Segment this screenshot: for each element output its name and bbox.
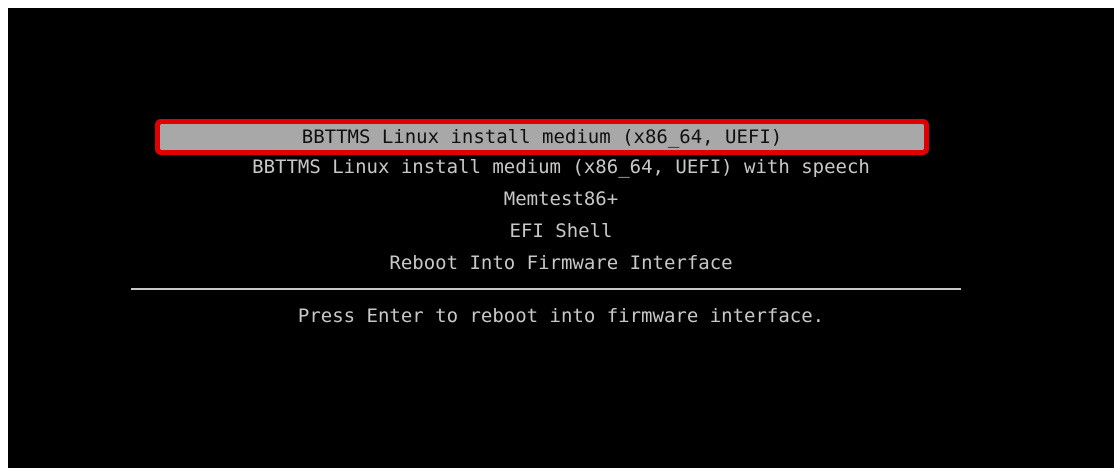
help-text: Press Enter to reboot into firmware inte… <box>297 305 825 327</box>
boot-entry-install-medium-speech[interactable]: BBTTMS Linux install medium (x86_64, UEF… <box>8 152 1114 184</box>
boot-entry-efi-shell[interactable]: EFI Shell <box>8 216 1114 248</box>
boot-entry-install-medium[interactable]: BBTTMS Linux install medium (x86_64, UEF… <box>160 124 924 150</box>
menu-divider <box>131 288 961 290</box>
boot-menu: BBTTMS Linux install medium (x86_64, UEF… <box>8 120 1114 280</box>
boot-entry-reboot-firmware[interactable]: Reboot Into Firmware Interface <box>8 248 1114 280</box>
boot-screen: BBTTMS Linux install medium (x86_64, UEF… <box>8 8 1114 468</box>
boot-entry-memtest[interactable]: Memtest86+ <box>8 184 1114 216</box>
